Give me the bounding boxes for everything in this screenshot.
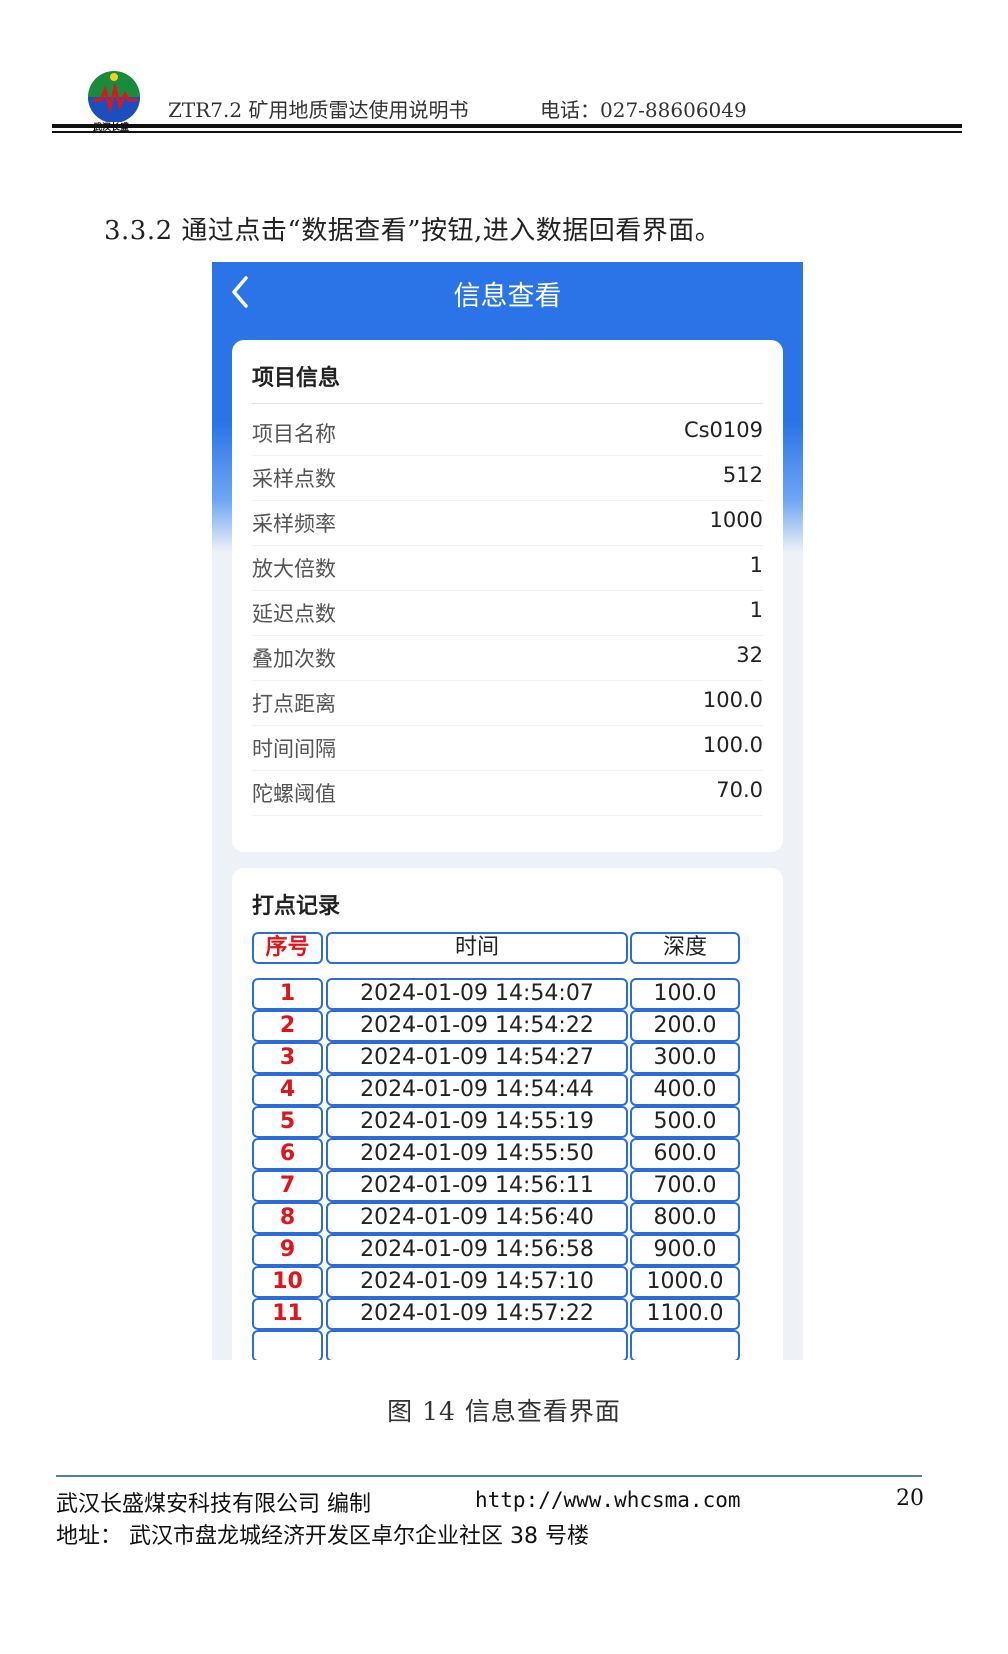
info-label: 项目名称: [252, 422, 336, 446]
info-label: 时间间隔: [252, 737, 336, 761]
record-depth: 900.0: [630, 1234, 740, 1266]
record-time: 2024-01-09 14:54:07: [326, 978, 628, 1010]
record-time: 2024-01-09 14:54:44: [326, 1074, 628, 1106]
record-index: 4: [252, 1074, 323, 1106]
record-time: 2024-01-09 14:55:19: [326, 1106, 628, 1138]
column-header-depth: 深度: [630, 932, 740, 964]
project-info-card: 项目信息 项目名称 Cs0109 采样点数 512 采样频率 1000 放大倍数 1 延迟点数 1…: [232, 340, 783, 852]
header-rule: [52, 124, 962, 128]
record-index: 5: [252, 1106, 323, 1138]
record-index: 8: [252, 1202, 323, 1234]
record-depth: 700.0: [630, 1170, 740, 1202]
info-label: 采样频率: [252, 512, 336, 536]
record-index: 3: [252, 1042, 323, 1074]
record-time: 2024-01-09 14:56:40: [326, 1202, 628, 1234]
figure-caption: 图 14 信息查看界面: [387, 1397, 621, 1426]
footer-company: 武汉长盛煤安科技有限公司 编制: [56, 1492, 371, 1517]
record-time: 2024-01-09 14:55:50: [326, 1138, 628, 1170]
info-label: 采样点数: [252, 467, 336, 491]
table-row[interactable]: 4 2024-01-09 14:54:44 400.0: [252, 1074, 762, 1106]
table-row[interactable]: 10 2024-01-09 14:57:10 1000.0: [252, 1266, 762, 1298]
column-header-index: 序号: [252, 932, 323, 964]
record-card: 打点记录 序号 时间 深度 1 2024-01-09 14:54:07 100.0 2…: [232, 868, 783, 1360]
record-depth: 500.0: [630, 1106, 740, 1138]
info-value: 512: [722, 463, 763, 487]
info-value: 32: [736, 643, 763, 667]
header-phone: 电话：027-88606049: [540, 98, 747, 122]
info-value: 100.0: [702, 733, 763, 757]
info-value: 1: [749, 598, 763, 622]
record-depth: 300.0: [630, 1042, 740, 1074]
record-depth: 800.0: [630, 1202, 740, 1234]
record-cell-partial: [326, 1330, 628, 1360]
table-row[interactable]: 11 2024-01-09 14:57:22 1100.0: [252, 1298, 762, 1330]
page-number: 20: [896, 1486, 924, 1511]
record-depth: 400.0: [630, 1074, 740, 1106]
table-header-row: 序号 时间 深度: [252, 932, 762, 964]
record-depth: 600.0: [630, 1138, 740, 1170]
record-cell-partial: [630, 1330, 740, 1360]
info-row: 叠加次数 32: [252, 633, 763, 681]
table-row[interactable]: 1 2024-01-09 14:54:07 100.0: [252, 978, 762, 1010]
record-depth: 1000.0: [630, 1266, 740, 1298]
table-row[interactable]: 7 2024-01-09 14:56:11 700.0: [252, 1170, 762, 1202]
info-label: 叠加次数: [252, 647, 336, 671]
app-screenshot: 信息查看 项目信息 项目名称 Cs0109 采样点数 512 采样频率 1000 放大倍数 1…: [212, 262, 803, 1360]
info-value: Cs0109: [683, 418, 763, 442]
record-time: 2024-01-09 14:57:22: [326, 1298, 628, 1330]
record-index: 2: [252, 1010, 323, 1042]
record-index: 9: [252, 1234, 323, 1266]
info-label: 放大倍数: [252, 557, 336, 581]
footer-address: 地址： 武汉市盘龙城经济开发区卓尔企业社区 38 号楼: [56, 1524, 589, 1549]
header-title: ZTR7.2 矿用地质雷达使用说明书: [168, 98, 469, 122]
info-row: 采样频率 1000: [252, 498, 763, 546]
table-row[interactable]: 6 2024-01-09 14:55:50 600.0: [252, 1138, 762, 1170]
record-depth: 1100.0: [630, 1298, 740, 1330]
record-index: 11: [252, 1298, 323, 1330]
record-depth: 200.0: [630, 1010, 740, 1042]
info-row: 陀螺阈值 70.0: [252, 768, 763, 816]
company-logo: 武汉长盛: [85, 70, 143, 133]
footer-url[interactable]: http://www.whcsma.com: [475, 1488, 741, 1512]
record-time: 2024-01-09 14:56:58: [326, 1234, 628, 1266]
info-label: 延迟点数: [252, 602, 336, 626]
record-time: 2024-01-09 14:56:11: [326, 1170, 628, 1202]
info-value: 100.0: [702, 688, 763, 712]
table-row-partial: [252, 1330, 762, 1360]
record-title: 打点记录: [252, 894, 341, 919]
table-row[interactable]: 3 2024-01-09 14:54:27 300.0: [252, 1042, 762, 1074]
info-value: 70.0: [716, 778, 763, 802]
record-index: 10: [252, 1266, 323, 1298]
info-value: 1000: [709, 508, 763, 532]
record-index: 7: [252, 1170, 323, 1202]
project-info-title: 项目信息: [252, 366, 341, 391]
table-row[interactable]: 5 2024-01-09 14:55:19 500.0: [252, 1106, 762, 1138]
info-row: 打点距离 100.0: [252, 678, 763, 726]
info-row: 采样点数 512: [252, 453, 763, 501]
record-time: 2024-01-09 14:57:10: [326, 1266, 628, 1298]
info-value: 1: [749, 553, 763, 577]
footer-rule: [56, 1475, 922, 1477]
info-row: 延迟点数 1: [252, 588, 763, 636]
table-row[interactable]: 2 2024-01-09 14:54:22 200.0: [252, 1010, 762, 1042]
record-index: 1: [252, 978, 323, 1010]
info-row: 项目名称 Cs0109: [252, 408, 763, 456]
section-intro: 3.3.2 通过点击“数据查看”按钮,进入数据回看界面。: [104, 216, 722, 246]
info-row: 放大倍数 1: [252, 543, 763, 591]
card-divider: [252, 403, 763, 404]
info-label: 陀螺阈值: [252, 782, 336, 806]
record-time: 2024-01-09 14:54:22: [326, 1010, 628, 1042]
info-label: 打点距离: [252, 692, 336, 716]
info-row: 时间间隔 100.0: [252, 723, 763, 771]
table-row[interactable]: 9 2024-01-09 14:56:58 900.0: [252, 1234, 762, 1266]
header-rule-thin: [52, 131, 962, 133]
record-time: 2024-01-09 14:54:27: [326, 1042, 628, 1074]
column-header-time: 时间: [326, 932, 628, 964]
record-index: 6: [252, 1138, 323, 1170]
table-row[interactable]: 8 2024-01-09 14:56:40 800.0: [252, 1202, 762, 1234]
record-cell-partial: [252, 1330, 323, 1360]
record-depth: 100.0: [630, 978, 740, 1010]
screen-title: 信息查看: [453, 281, 562, 312]
